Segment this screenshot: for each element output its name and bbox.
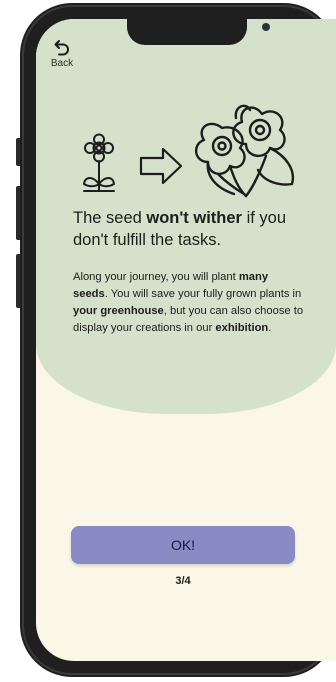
bouquet-icon — [195, 104, 295, 198]
undo-arrow-icon — [54, 40, 69, 56]
body-text-1: Along your journey, you will plant — [73, 271, 239, 283]
notch — [127, 19, 270, 45]
phone-screen: Back The seed won't wither if you don't … — [36, 19, 336, 661]
page-indicator: 3/4 — [175, 575, 191, 587]
back-button[interactable]: Back — [47, 39, 77, 69]
body-text-2: . You will save your fully grown plants … — [104, 288, 302, 300]
seed-growth-illustration — [83, 104, 295, 198]
headline: The seed won't wither if you don't fulfi… — [73, 207, 313, 251]
body-text-4: . — [268, 322, 272, 334]
camera-icon — [262, 23, 270, 31]
body-emphasis-exhibition: exhibition — [215, 322, 269, 334]
ok-button[interactable]: OK! — [71, 526, 295, 564]
flower-icon — [83, 133, 115, 192]
headline-emphasis: won't wither — [146, 209, 242, 227]
headline-text: The seed — [73, 209, 147, 227]
body-paragraph: Along your journey, you will plant many … — [73, 269, 305, 337]
back-label: Back — [50, 58, 74, 69]
page: Back The seed won't wither if you don't … — [0, 0, 336, 682]
body-emphasis-greenhouse: your greenhouse — [73, 305, 164, 317]
right-arrow-icon — [139, 147, 183, 185]
